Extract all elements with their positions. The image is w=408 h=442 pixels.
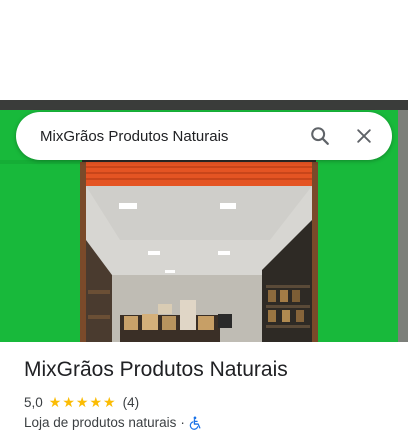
close-icon — [357, 129, 371, 143]
separator: · — [180, 415, 185, 430]
place-category: Loja de produtos naturais — [24, 415, 177, 430]
search-input[interactable]: MixGrãos Produtos Naturais — [40, 128, 298, 145]
rating-stars: ★ ★ ★ ★ ★ — [49, 396, 117, 410]
star-icon: ★ — [89, 394, 103, 411]
place-details-panel: MixGrãos Produtos Naturais 5,0 ★ ★ ★ ★ ★… — [0, 342, 408, 442]
place-title[interactable]: MixGrãos Produtos Naturais — [24, 358, 288, 382]
wheelchair-accessible-icon[interactable] — [189, 416, 202, 430]
star-icon: ★ — [103, 394, 116, 411]
star-icon: ★ — [48, 394, 62, 411]
rating-row[interactable]: 5,0 ★ ★ ★ ★ ★ (4) — [24, 395, 139, 410]
search-bar[interactable]: MixGrãos Produtos Naturais — [16, 112, 392, 160]
rating-value: 5,0 — [24, 395, 43, 410]
search-icon — [311, 127, 329, 145]
category-row: Loja de produtos naturais · — [24, 415, 202, 430]
close-button[interactable] — [342, 114, 386, 158]
star-icon: ★ — [75, 394, 89, 411]
search-button[interactable] — [298, 114, 342, 158]
star-icon: ★ — [62, 394, 75, 411]
review-count[interactable]: (4) — [123, 395, 140, 410]
blank-area — [0, 0, 408, 100]
